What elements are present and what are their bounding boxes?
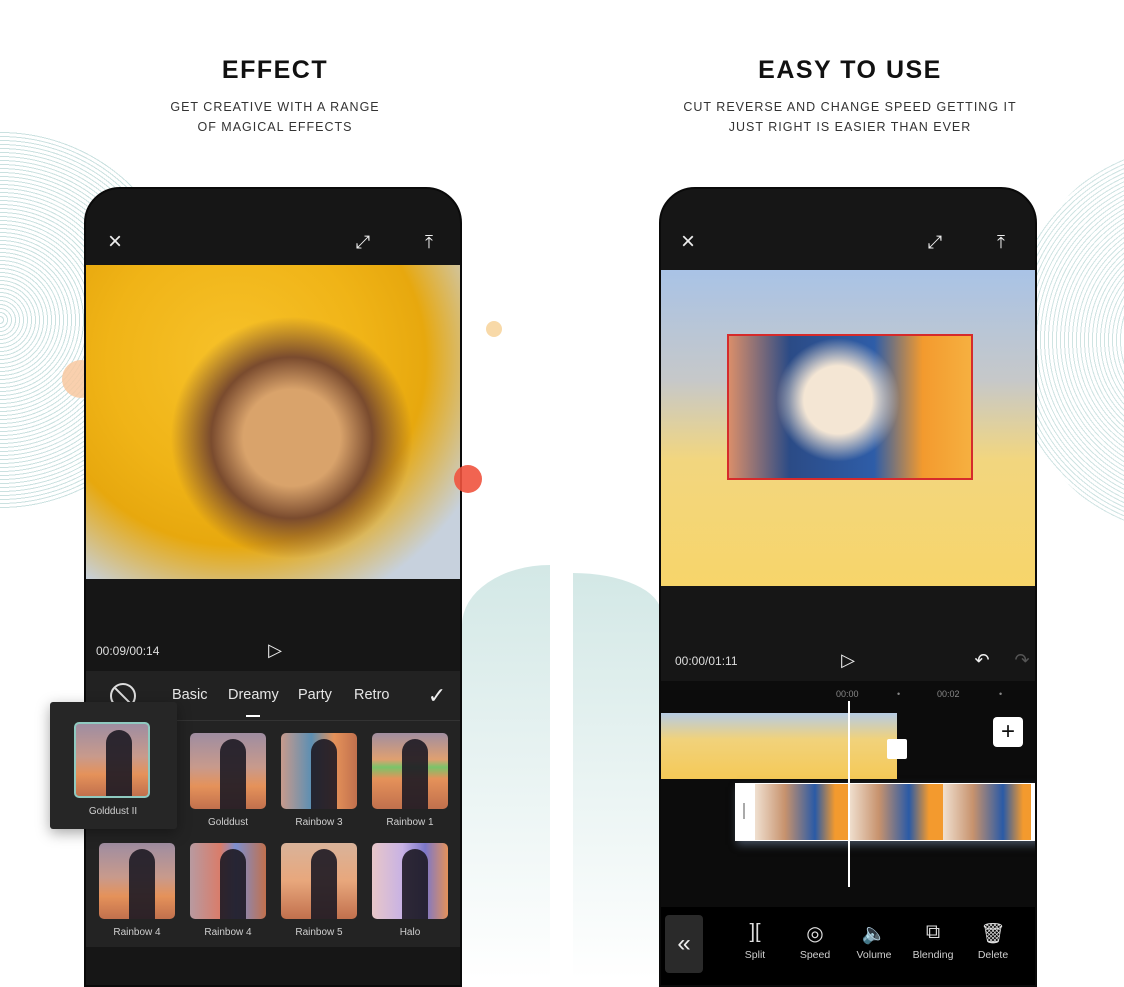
top-bar: × ⤢ ⤒ (86, 189, 460, 265)
tool-speed[interactable]: ◎ Speed (785, 921, 845, 961)
top-bar: × ⤢ ⤒ (661, 189, 1035, 265)
tool-label: Blending (912, 949, 954, 961)
effect-thumb-rainbow-4[interactable] (99, 843, 175, 919)
redo-icon[interactable]: ↷ (1011, 649, 1033, 671)
video-preview (661, 270, 1035, 586)
blending-icon: ⧉ (925, 921, 941, 943)
panel-subtitle: CUT REVERSE AND CHANGE SPEED GETTING IT (683, 100, 1017, 114)
export-icon[interactable]: ⤒ (418, 231, 440, 253)
playhead[interactable] (848, 701, 850, 887)
decorative-arch-right (573, 573, 661, 980)
time-display: 00:09/00:14 (96, 644, 160, 658)
ruler-tick: 00:00 (836, 689, 859, 699)
overlay-track-clip[interactable] (735, 783, 1035, 841)
tab-retro[interactable]: Retro (354, 687, 389, 703)
fullscreen-icon[interactable]: ⤢ (924, 231, 946, 253)
tool-label: Split (744, 949, 766, 961)
speed-icon: ◎ (806, 923, 824, 945)
decorative-arch-left (462, 565, 550, 980)
close-icon[interactable]: × (677, 228, 699, 255)
effect-thumb-golddust[interactable] (190, 733, 266, 809)
ruler-tick: 00:02 (937, 689, 960, 699)
play-icon[interactable]: ▷ (837, 649, 859, 671)
close-icon[interactable]: × (104, 228, 126, 255)
split-icon: ][ (749, 921, 761, 943)
decorative-dot (454, 465, 482, 493)
effect-thumb-rainbow-3[interactable] (281, 733, 357, 809)
confirm-icon[interactable]: ✓ (424, 683, 450, 709)
tab-party[interactable]: Party (298, 687, 332, 703)
trim-handle[interactable] (887, 739, 907, 759)
effect-thumb-rainbow-5[interactable] (281, 843, 357, 919)
selected-effect-popup: Golddust II (50, 702, 177, 829)
effect-label: Rainbow 3 (295, 817, 343, 828)
decorative-dot (486, 321, 502, 337)
tool-blending[interactable]: ⧉ Blending (903, 921, 963, 961)
phone-effect-screen: × ⤢ ⤒ 00:09/00:14 ▷ Basic Dreamy Party R… (84, 187, 462, 987)
effect-label: Rainbow 1 (386, 817, 434, 828)
edit-toolbar: « ][ Split ◎ Speed 🔈 Volume ⧉ Blending 🗑… (661, 907, 1035, 985)
trim-handle-left[interactable] (743, 803, 745, 819)
panel-title: EASY TO USE (758, 56, 942, 84)
video-preview (86, 265, 460, 579)
panel-title: EFFECT (221, 56, 329, 84)
overlay-clip-selected[interactable] (727, 334, 973, 480)
play-icon[interactable]: ▷ (264, 639, 286, 661)
undo-icon[interactable]: ↶ (971, 649, 993, 671)
fullscreen-icon[interactable]: ⤢ (352, 231, 374, 253)
panel-heading-effect: EFFECT GET CREATIVE WITH A RANGE OF MAGIC… (130, 56, 420, 137)
phone-editor-screen: × ⤢ ⤒ 00:00/01:11 ▷ ↶ ↷ 00:00 • 00:02 • … (659, 187, 1037, 987)
ruler-tick: • (999, 689, 1003, 699)
time-display: 00:00/01:11 (675, 654, 738, 668)
delete-icon: 🗑 (980, 923, 1006, 945)
tool-label: Volume (856, 949, 892, 961)
volume-icon: 🔈 (861, 923, 887, 945)
effect-thumb-golddust-ii[interactable] (74, 722, 150, 798)
export-icon[interactable]: ⤒ (990, 231, 1012, 253)
add-clip-button[interactable]: + (993, 717, 1023, 747)
effect-label: Rainbow 4 (113, 927, 161, 938)
panel-subtitle: OF MAGICAL EFFECTS (197, 120, 353, 134)
timeline: 00:00 • 00:02 • + (661, 681, 1035, 907)
selected-effect-label: Golddust II (88, 806, 138, 817)
effect-thumb-rainbow-4b[interactable] (190, 843, 266, 919)
effect-label: Rainbow 5 (295, 927, 343, 938)
panel-subtitle: GET CREATIVE WITH A RANGE (170, 100, 380, 114)
tab-dreamy[interactable]: Dreamy (228, 687, 279, 703)
overlay-track-thumbnails (755, 784, 1031, 840)
active-tab-indicator (246, 715, 260, 717)
effect-label: Rainbow 4 (204, 927, 252, 938)
collapse-button[interactable]: « (665, 915, 703, 973)
tool-label: Delete (977, 949, 1009, 961)
ruler-tick: • (897, 689, 901, 699)
main-video-track[interactable] (661, 713, 907, 779)
panel-heading-easy: EASY TO USE CUT REVERSE AND CHANGE SPEED… (660, 56, 1040, 137)
tool-label: Speed (799, 949, 831, 961)
effect-label: Halo (399, 927, 421, 938)
tool-volume[interactable]: 🔈 Volume (844, 921, 904, 961)
panel-subtitle: JUST RIGHT IS EASIER THAN EVER (728, 120, 972, 134)
tool-split[interactable]: ][ Split (725, 921, 785, 961)
tool-delete[interactable]: 🗑 Delete (963, 921, 1023, 961)
effect-thumb-rainbow-1[interactable] (372, 733, 448, 809)
tab-basic[interactable]: Basic (172, 687, 207, 703)
effect-label: Golddust (207, 817, 249, 828)
effect-thumb-halo[interactable] (372, 843, 448, 919)
